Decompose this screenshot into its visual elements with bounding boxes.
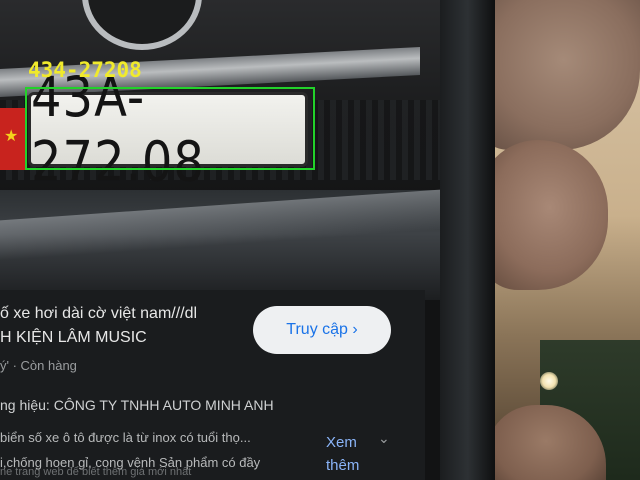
background-lamp [540,372,558,390]
see-more-link[interactable]: Xem thêm [326,431,376,477]
visit-button[interactable]: Truy cập › [253,306,391,354]
photo-scene: ố xe hơi dài cờ việt nam///dl H KIỆN LÂM… [0,0,640,480]
ad-meta: ý' · Còn hàng [0,358,77,373]
chevron-down-icon[interactable]: ⌄ [378,430,390,447]
detection-label: 434-27208 [28,58,142,82]
phone-edge [440,0,495,480]
finger-middle [478,140,608,290]
ad-description-line3: ne trang web để biết thêm giá mới nhất [0,466,192,478]
car-emblem [82,0,202,50]
ad-brand: H KIỆN LÂM MUSIC [0,329,147,346]
ad-maker: ng hiệu: CÔNG TY TNHH AUTO MINH ANH [0,397,274,413]
star-icon: ★ [4,128,19,145]
detection-box [25,87,315,170]
ad-title[interactable]: ố xe hơi dài cờ việt nam///dl [0,305,197,323]
finger-top [470,0,640,150]
ad-description-line1: biển số xe ô tô được là từ inox có tuổi … [0,430,251,445]
